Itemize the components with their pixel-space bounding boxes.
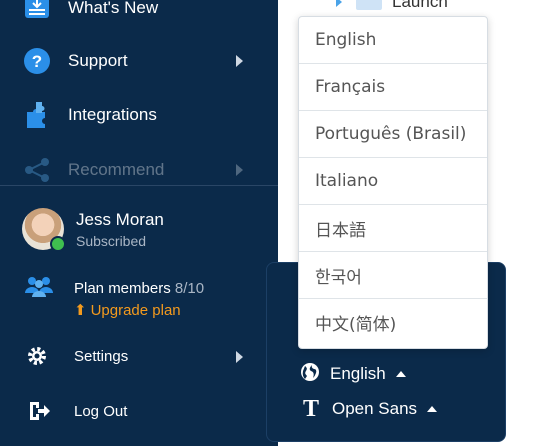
language-option-japanese[interactable]: 日本語 <box>299 205 487 252</box>
caret-up-icon <box>395 371 406 377</box>
language-option-french[interactable]: Français <box>299 64 487 111</box>
sidebar-item-label: Settings <box>74 348 129 365</box>
sidebar-item-label: Support <box>68 51 128 70</box>
sidebar-item-whats-new[interactable]: What's New <box>0 0 278 28</box>
upgrade-plan-link[interactable]: ⬆ Upgrade plan <box>74 301 181 319</box>
plan-members-label: Plan members <box>74 280 171 297</box>
chevron-right-icon <box>236 164 243 176</box>
users-icon <box>24 275 54 304</box>
language-option-korean[interactable]: 한국어 <box>299 252 487 299</box>
tree-expand-arrow[interactable] <box>336 0 342 7</box>
font-icon: T <box>302 395 319 422</box>
caret-up-icon <box>427 406 438 412</box>
online-status-dot <box>50 236 66 252</box>
language-option-english[interactable]: English <box>299 17 487 64</box>
upgrade-arrow-icon: ⬆ <box>74 302 87 319</box>
whats-new-icon <box>22 0 52 23</box>
sidebar-item-settings[interactable]: Settings <box>0 337 278 377</box>
language-selector-label: English <box>330 364 386 383</box>
logout-button[interactable]: Log Out <box>0 392 278 432</box>
integrations-icon <box>22 100 52 130</box>
tree-item-label[interactable]: Launch <box>392 0 448 12</box>
plan-members-count: 8/10 <box>174 280 205 297</box>
avatar[interactable] <box>22 208 66 252</box>
subscription-status: Subscribed <box>76 233 147 249</box>
language-dropdown-menu: English Français Português (Brasil) Ital… <box>298 16 488 349</box>
language-option-chinese-simplified[interactable]: 中文(简体) <box>299 299 487 346</box>
language-selector[interactable]: English <box>300 362 406 386</box>
logout-icon <box>28 400 50 427</box>
font-selector-label: Open Sans <box>332 399 418 418</box>
share-icon <box>22 155 52 185</box>
globe-icon <box>300 362 320 387</box>
chevron-right-icon <box>236 55 243 67</box>
language-option-italian[interactable]: Italiano <box>299 158 487 205</box>
sidebar-item-label: Integrations <box>68 105 157 124</box>
sidebar-item-recommend[interactable]: Recommend <box>0 150 278 190</box>
plan-members: Plan members 8/10 <box>74 280 204 297</box>
sidebar-item-integrations[interactable]: Integrations <box>0 95 278 135</box>
sidebar-item-label: What's New <box>68 0 159 17</box>
support-icon: ? <box>22 46 52 76</box>
sidebar-item-support[interactable]: ? Support <box>0 41 278 81</box>
folder-icon <box>356 0 382 10</box>
sidebar-item-label: Recommend <box>68 160 165 179</box>
user-name: Jess Moran <box>76 210 164 229</box>
font-selector[interactable]: T Open Sans <box>300 395 438 422</box>
chevron-right-icon <box>236 351 243 363</box>
language-option-portuguese-brazil[interactable]: Português (Brasil) <box>299 111 487 158</box>
upgrade-plan-label: Upgrade plan <box>90 302 181 319</box>
gear-icon <box>26 345 48 372</box>
logout-label: Log Out <box>74 403 128 420</box>
svg-text:?: ? <box>32 52 42 71</box>
